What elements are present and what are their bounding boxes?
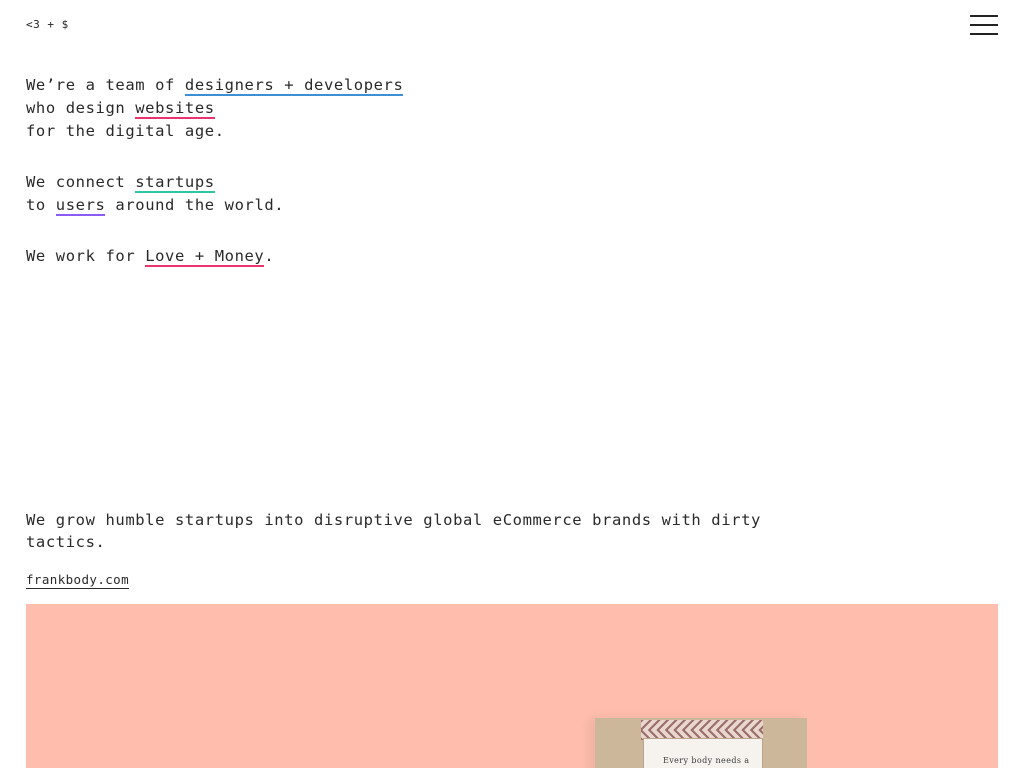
intro-text: who design xyxy=(26,99,136,117)
menu-bar xyxy=(970,15,998,17)
intro-statement: We’re a team of designers + developers w… xyxy=(26,74,404,296)
intro-text: We’re a team of xyxy=(26,76,185,94)
intro-paragraph-team: We’re a team of designers + developers w… xyxy=(26,74,404,143)
intro-paragraph-work: We work for Love + Money. xyxy=(26,245,403,268)
love-money-link[interactable]: Love + Money xyxy=(145,247,265,267)
intro-text: around the world. xyxy=(105,196,285,214)
menu-bar xyxy=(970,33,998,35)
intro-text: to xyxy=(26,196,56,214)
users-link[interactable]: users xyxy=(55,196,106,216)
case-study-tagline: We grow humble startups into disruptive … xyxy=(26,511,761,551)
intro-text: . xyxy=(264,247,275,265)
websites-link[interactable]: websites xyxy=(135,99,215,119)
intro-text: for the digital age. xyxy=(26,122,225,140)
intro-text: We connect xyxy=(26,173,136,191)
product-label-text: Every body needs a xyxy=(663,756,750,765)
case-study-hero-image[interactable]: Every body needs a xyxy=(26,604,998,768)
intro-text: We work for xyxy=(26,247,146,265)
startups-link[interactable]: startups xyxy=(135,173,215,193)
logo-link[interactable]: <3 + $ xyxy=(26,18,69,31)
intro-paragraph-connect: We connect startups to users around the … xyxy=(26,171,403,217)
hamburger-menu-icon[interactable] xyxy=(970,15,998,35)
frankbody-link[interactable]: frankbody.com xyxy=(26,572,130,589)
product-pattern xyxy=(641,720,763,740)
menu-bar xyxy=(970,24,998,26)
designers-developers-link[interactable]: designers + developers xyxy=(184,76,404,96)
